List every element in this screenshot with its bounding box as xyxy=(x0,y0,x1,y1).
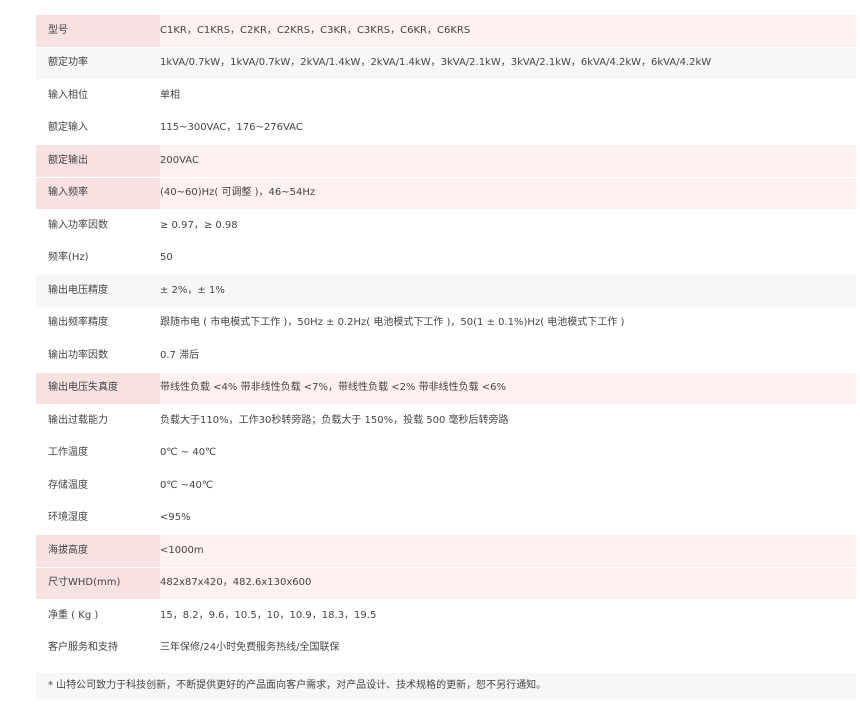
spec-value: 50 xyxy=(160,242,856,275)
spec-label: 输出过载能力 xyxy=(36,404,160,438)
spec-value: 三年保修/24小时免费服务热线/全国联保 xyxy=(160,632,856,665)
table-row: 额定输出 200VAC xyxy=(36,144,856,178)
spec-label: 输出电压精度 xyxy=(36,274,160,308)
spec-label: 额定输出 xyxy=(36,144,160,178)
spec-value: 482x87x420，482.6x130x600 xyxy=(160,567,856,600)
spec-label: 净重 ( Kg ) xyxy=(36,599,160,633)
spec-table: 型号 C1KR，C1KRS，C2KR，C2KRS，C3KR，C3KRS，C6KR… xyxy=(36,15,856,665)
spec-value: 0℃ ~ 40℃ xyxy=(160,437,856,470)
table-row: 型号 C1KR，C1KRS，C2KR，C2KRS，C3KR，C3KRS，C6KR… xyxy=(36,15,856,48)
spec-value: <1000m xyxy=(160,534,856,568)
table-row: 输出频率精度 跟随市电 ( 市电模式下工作 )，50Hz ± 0.2Hz( 电池… xyxy=(36,307,856,340)
spec-label: 环境湿度 xyxy=(36,502,160,535)
spec-value: ≥ 0.97，≥ 0.98 xyxy=(160,209,856,243)
spec-value: 0.7 滞后 xyxy=(160,339,856,373)
table-row: 客户服务和支持 三年保修/24小时免费服务热线/全国联保 xyxy=(36,632,856,665)
table-row: 工作温度 0℃ ~ 40℃ xyxy=(36,437,856,470)
table-row: 输入功率因数 ≥ 0.97，≥ 0.98 xyxy=(36,209,856,243)
spec-value: <95% xyxy=(160,502,856,535)
spec-label: 存储温度 xyxy=(36,469,160,503)
spec-label: 额定输入 xyxy=(36,112,160,145)
spec-value: (40~60)Hz( 可调整 )，46~54Hz xyxy=(160,177,856,210)
table-row: 输出电压精度 ± 2%，± 1% xyxy=(36,274,856,308)
table-row: 输出电压失真度 带线性负载 <4% 带非线性负载 <7%，带线性负载 <2% 带… xyxy=(36,372,856,405)
spec-label: 输出电压失真度 xyxy=(36,372,160,405)
spec-label: 输入频率 xyxy=(36,177,160,210)
spec-value: 1kVA/0.7kW，1kVA/0.7kW，2kVA/1.4kW，2kVA/1.… xyxy=(160,47,856,80)
table-row: 环境湿度 <95% xyxy=(36,502,856,535)
table-row: 尺寸WHD(mm) 482x87x420，482.6x130x600 xyxy=(36,567,856,600)
table-row: 输出功率因数 0.7 滞后 xyxy=(36,339,856,373)
spec-label: 型号 xyxy=(36,15,160,48)
table-row: 额定功率 1kVA/0.7kW，1kVA/0.7kW，2kVA/1.4kW，2k… xyxy=(36,47,856,80)
spec-label: 输出频率精度 xyxy=(36,307,160,340)
table-row: 输出过载能力 负载大于110%，工作30秒转旁路；负载大于 150%，投载 50… xyxy=(36,404,856,438)
spec-value: 跟随市电 ( 市电模式下工作 )，50Hz ± 0.2Hz( 电池模式下工作 )… xyxy=(160,307,856,340)
spec-value: C1KR，C1KRS，C2KR，C2KRS，C3KR，C3KRS，C6KR，C6… xyxy=(160,15,856,48)
spec-value: 15，8.2，9.6，10.5，10，10.9，18.3，19.5 xyxy=(160,599,856,633)
spec-value: 115~300VAC，176~276VAC xyxy=(160,112,856,145)
table-row: 净重 ( Kg ) 15，8.2，9.6，10.5，10，10.9，18.3，1… xyxy=(36,599,856,633)
spec-label: 客户服务和支持 xyxy=(36,632,160,665)
table-row: 额定输入 115~300VAC，176~276VAC xyxy=(36,112,856,145)
spec-value: 带线性负载 <4% 带非线性负载 <7%，带线性负载 <2% 带非线性负载 <6… xyxy=(160,372,856,405)
spec-value: ± 2%，± 1% xyxy=(160,274,856,308)
table-row: 输入相位 单相 xyxy=(36,79,856,113)
spec-label: 工作温度 xyxy=(36,437,160,470)
spec-label: 输入相位 xyxy=(36,79,160,113)
spec-label: 海拔高度 xyxy=(36,534,160,568)
table-row: 海拔高度 <1000m xyxy=(36,534,856,568)
table-row: 频率(Hz) 50 xyxy=(36,242,856,275)
spec-label: 尺寸WHD(mm) xyxy=(36,567,160,600)
spec-label: 频率(Hz) xyxy=(36,242,160,275)
spec-label: 输入功率因数 xyxy=(36,209,160,243)
spec-value: 200VAC xyxy=(160,144,856,178)
spec-value: 0℃ ~40℃ xyxy=(160,469,856,503)
footnote: * 山特公司致力于科技创新，不断提供更好的产品面向客户需求，对产品设计、技术规格… xyxy=(36,673,856,699)
table-row: 存储温度 0℃ ~40℃ xyxy=(36,469,856,503)
spec-value: 负载大于110%，工作30秒转旁路；负载大于 150%，投载 500 毫秒后转旁… xyxy=(160,404,856,438)
spec-label: 额定功率 xyxy=(36,47,160,80)
table-row: 输入频率 (40~60)Hz( 可调整 )，46~54Hz xyxy=(36,177,856,210)
spec-value: 单相 xyxy=(160,79,856,113)
spec-label: 输出功率因数 xyxy=(36,339,160,373)
